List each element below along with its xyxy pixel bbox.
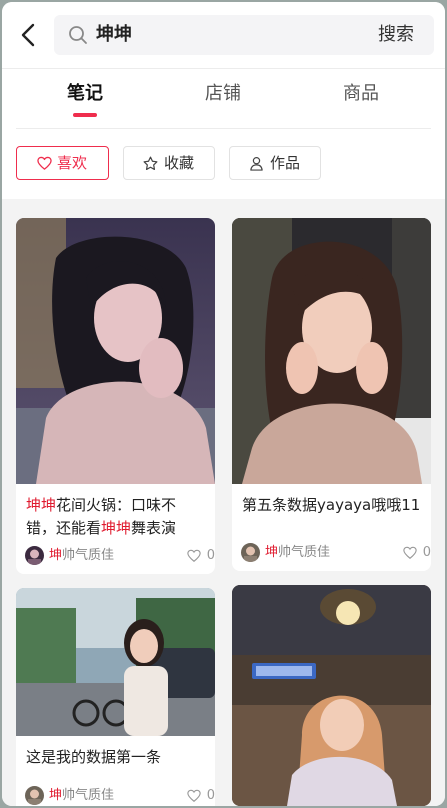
tab-notes[interactable]: 笔记	[67, 82, 103, 106]
author-rest: 帅气质佳	[62, 548, 115, 563]
title-text: 舞表演	[131, 519, 177, 537]
note-meta: 坤帅气质佳 0	[241, 543, 431, 563]
note-title: 坤坤花间火锅：口味不错，还能看坤坤舞表演	[26, 494, 206, 540]
heart-outline-icon	[187, 549, 201, 562]
filter-chips: 喜欢 收藏 作品	[2, 129, 445, 199]
heart-outline-icon	[187, 789, 201, 802]
tab-products[interactable]: 商品	[343, 82, 379, 106]
avatar[interactable]	[241, 543, 260, 562]
active-tab-indicator	[73, 113, 97, 117]
like-count-value: 0	[206, 788, 215, 803]
like-count-value: 0	[422, 545, 431, 560]
tab-shops[interactable]: 店铺	[205, 82, 241, 106]
note-image	[232, 218, 431, 484]
note-title: 这是我的数据第一条	[26, 746, 206, 769]
note-meta: 坤帅气质佳 0	[25, 786, 215, 806]
search-submit-button[interactable]: 搜索	[378, 23, 414, 47]
chevron-left-icon	[21, 23, 35, 47]
author-keyword: 坤	[49, 788, 63, 803]
search-icon	[69, 26, 87, 44]
title-keyword: 坤坤	[26, 496, 57, 514]
title-keyword: 坤坤	[101, 519, 132, 537]
title-text: 第五条数据yayaya哦哦11	[242, 496, 421, 514]
star-icon	[143, 156, 158, 171]
heart-outline-icon	[403, 546, 417, 559]
note-image	[16, 588, 215, 736]
note-card[interactable]: 这是我的数据第一条 坤帅气质佳 0	[16, 588, 215, 806]
note-card[interactable]: 第五条数据yayaya哦哦11 坤帅气质佳 0	[232, 218, 431, 571]
like-count[interactable]: 0	[403, 543, 431, 563]
note-meta: 坤帅气质佳 0	[25, 546, 215, 566]
like-count-value: 0	[206, 548, 215, 563]
person-icon	[250, 156, 263, 171]
filter-works-chip[interactable]: 作品	[229, 146, 321, 180]
note-title: 第五条数据yayaya哦哦11	[242, 494, 422, 517]
note-image	[232, 585, 431, 806]
author-name[interactable]: 坤帅气质佳	[49, 786, 114, 806]
search-bar[interactable]: 坤坤 搜索	[54, 15, 434, 55]
author-rest: 帅气质佳	[62, 788, 115, 803]
author-keyword: 坤	[49, 548, 63, 563]
app-frame: 坤坤 搜索 笔记 店铺 商品 喜欢 收藏 作品 坤坤花间火锅：口味不错，还能看坤…	[2, 2, 445, 806]
author-rest: 帅气质佳	[278, 545, 331, 560]
search-input[interactable]: 坤坤	[96, 23, 132, 47]
note-card[interactable]	[232, 585, 431, 806]
filter-collect-label: 收藏	[164, 154, 195, 172]
like-count[interactable]: 0	[187, 546, 215, 566]
like-count[interactable]: 0	[187, 786, 215, 806]
back-button[interactable]	[16, 20, 42, 50]
notes-grid: 坤坤花间火锅：口味不错，还能看坤坤舞表演 坤帅气质佳 0 第五条数据yayaya…	[2, 199, 445, 806]
title-text: 这是我的数据第一条	[26, 748, 162, 766]
search-header: 坤坤 搜索	[2, 2, 445, 69]
note-image	[16, 218, 215, 484]
author-keyword: 坤	[265, 545, 279, 560]
filter-like-label: 喜欢	[57, 154, 88, 172]
author-name[interactable]: 坤帅气质佳	[265, 543, 330, 563]
author-name[interactable]: 坤帅气质佳	[49, 546, 114, 566]
filter-collect-chip[interactable]: 收藏	[123, 146, 215, 180]
result-tabs: 笔记 店铺 商品	[2, 69, 445, 129]
filter-like-chip[interactable]: 喜欢	[16, 146, 109, 180]
filter-works-label: 作品	[270, 154, 301, 172]
avatar[interactable]	[25, 786, 44, 805]
note-card[interactable]: 坤坤花间火锅：口味不错，还能看坤坤舞表演 坤帅气质佳 0	[16, 218, 215, 574]
heart-icon	[37, 156, 52, 170]
avatar[interactable]	[25, 546, 44, 565]
